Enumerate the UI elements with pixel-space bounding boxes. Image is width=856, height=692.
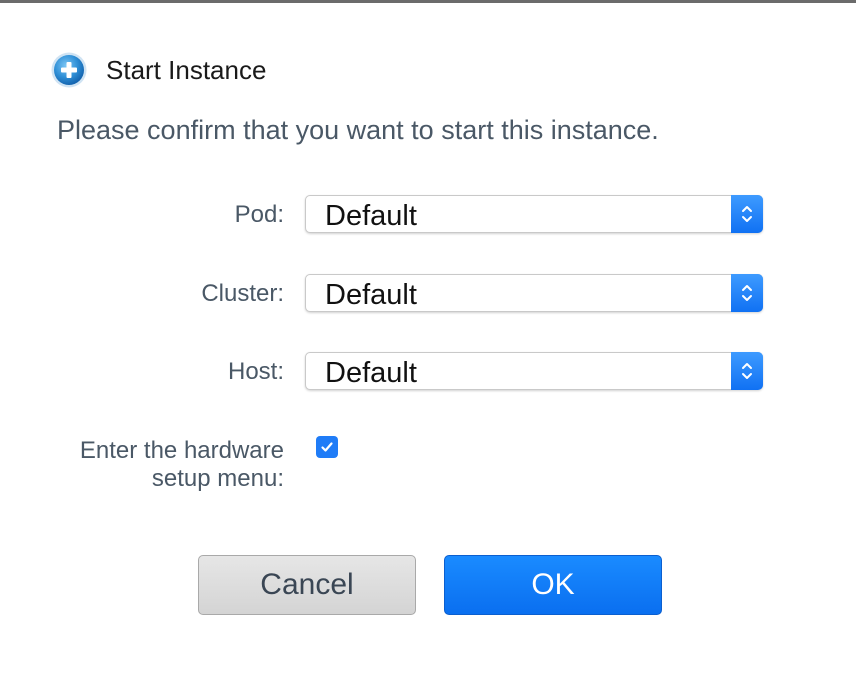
cluster-select-value: Default (325, 279, 417, 311)
pod-row: Pod: Default (0, 195, 856, 235)
confirm-message: Please confirm that you want to start th… (57, 115, 659, 145)
hardware-setup-label-line2: setup menu: (151, 465, 284, 492)
updown-chevron-icon (731, 195, 763, 233)
pod-select-value: Default (325, 200, 417, 232)
pod-label: Pod: (234, 201, 284, 228)
updown-chevron-icon (731, 274, 763, 312)
cluster-row: Cluster: Default (0, 274, 856, 314)
checkmark-icon (321, 442, 333, 452)
dialog-header: Start Instance (50, 50, 266, 90)
hardware-setup-label: Enter the hardware setup menu: (80, 437, 284, 493)
ok-button[interactable]: OK (444, 555, 662, 615)
cancel-button[interactable]: Cancel (198, 555, 416, 615)
cluster-select[interactable]: Default (305, 274, 763, 312)
start-instance-dialog: Start Instance Please confirm that you w… (0, 0, 856, 692)
dialog-title: Start Instance (106, 54, 267, 85)
host-select[interactable]: Default (305, 352, 763, 390)
host-row: Host: Default (0, 352, 856, 392)
cluster-label: Cluster: (201, 280, 284, 307)
pod-select[interactable]: Default (305, 195, 763, 233)
hardware-setup-label-line1: Enter the hardware (79, 437, 284, 464)
host-select-value: Default (325, 357, 417, 389)
host-label: Host: (227, 358, 284, 385)
plus-circle-icon (51, 52, 87, 88)
updown-chevron-icon (731, 352, 763, 390)
hardware-setup-checkbox[interactable] (316, 436, 338, 458)
